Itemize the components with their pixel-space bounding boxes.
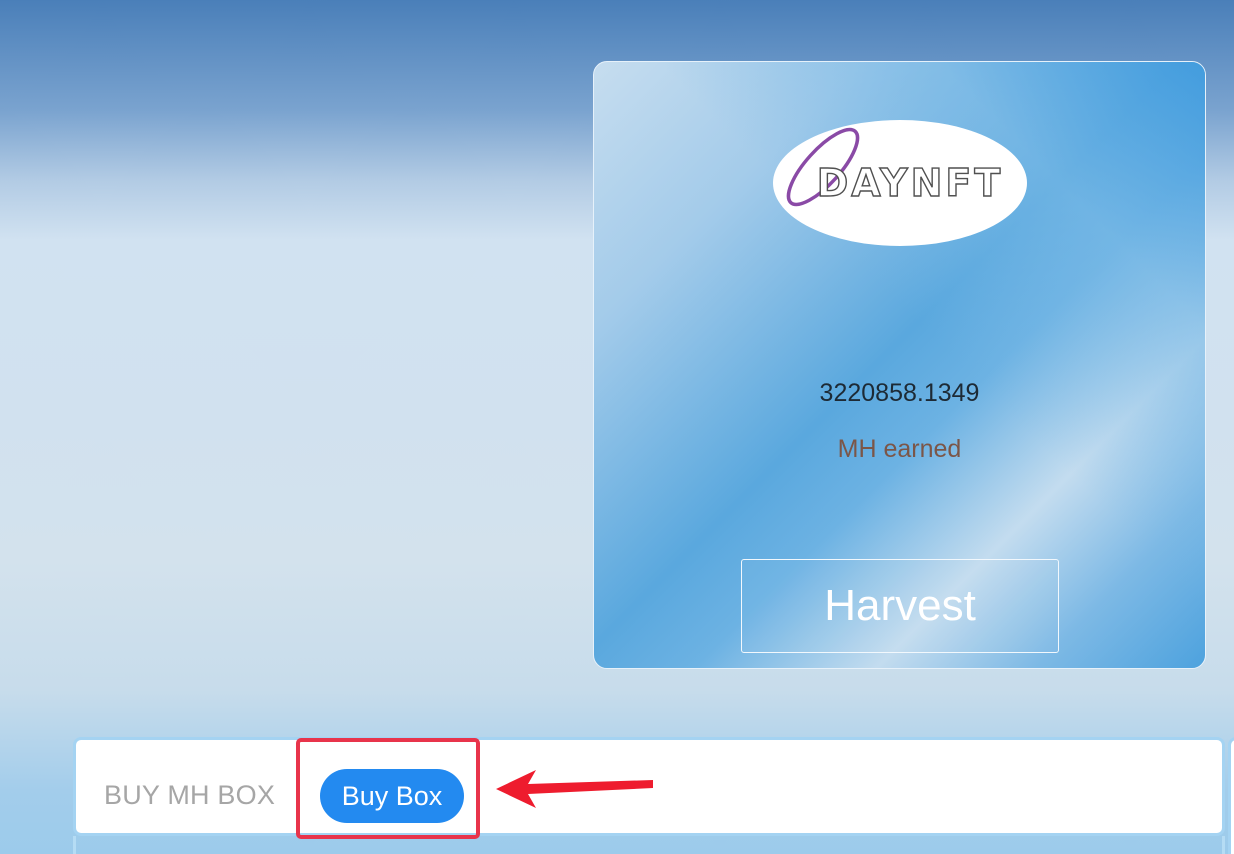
buy-box-button[interactable]: Buy Box	[320, 769, 464, 823]
buy-box-bar-extension	[73, 836, 1225, 854]
harvest-card: DAYNFT 3220858.1349 MH earned Harvest	[593, 61, 1206, 669]
buy-mh-box-title: BUY MH BOX	[104, 780, 276, 810]
svg-text:DAYNFT: DAYNFT	[817, 161, 1004, 205]
earned-amount: 3220858.1349	[819, 379, 980, 407]
adjacent-panel-edge	[1228, 737, 1234, 854]
arrow-left-icon	[490, 764, 660, 810]
harvest-button[interactable]: Harvest	[741, 559, 1059, 653]
earned-label: MH earned	[837, 435, 962, 463]
daynft-logo: DAYNFT	[772, 119, 1028, 247]
